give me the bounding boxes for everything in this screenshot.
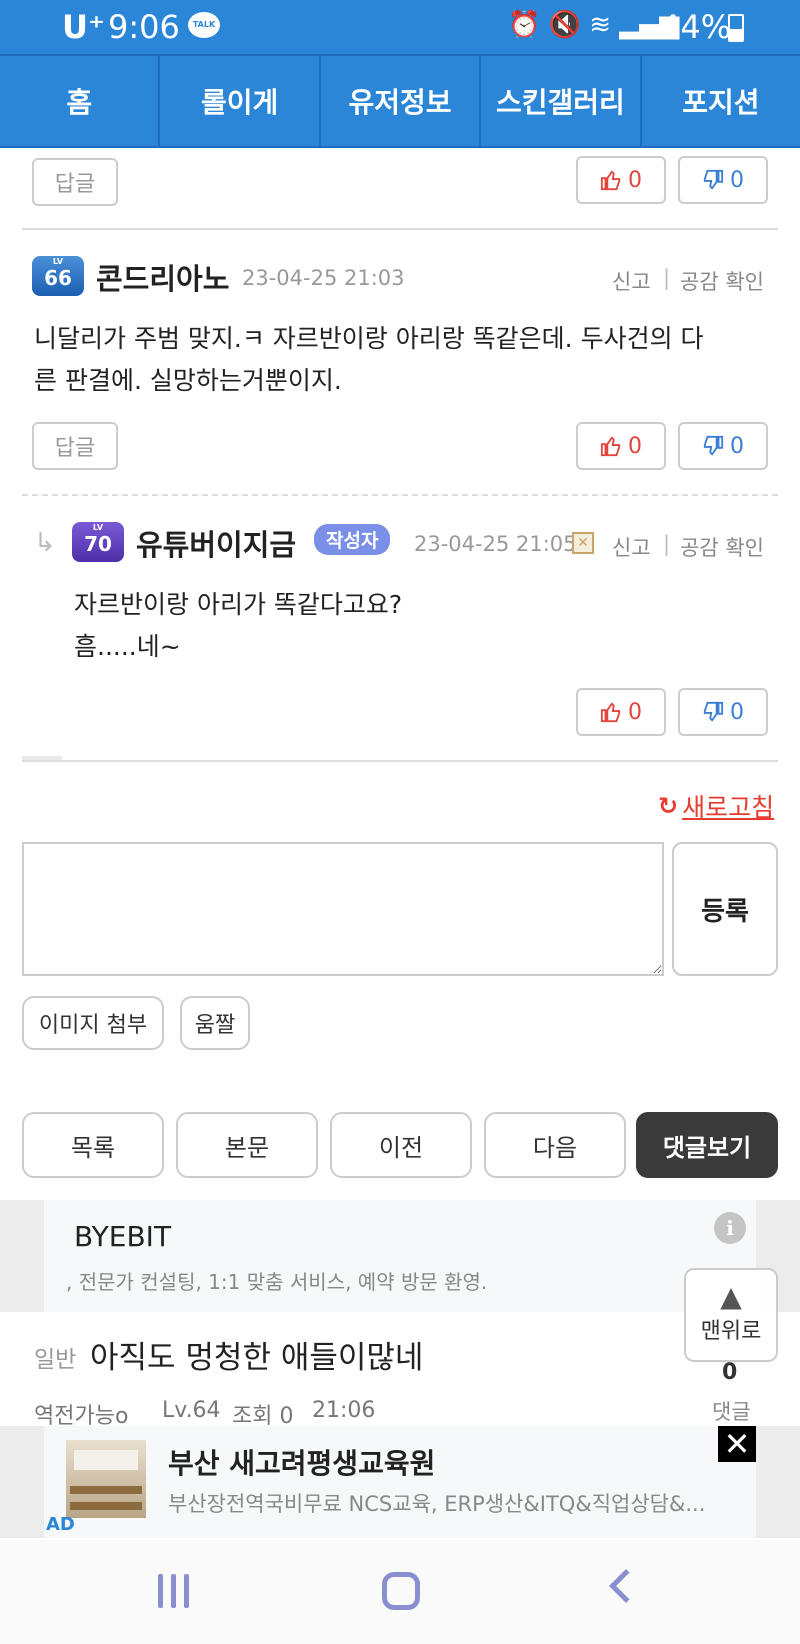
downvote-count: 0 bbox=[730, 699, 744, 725]
tab-position[interactable]: 포지션 bbox=[642, 56, 800, 146]
tab-lol-board[interactable]: 롤이게 bbox=[160, 56, 321, 146]
separator: | bbox=[663, 532, 671, 556]
post-category: 일반 bbox=[34, 1347, 77, 1373]
comment-count-label: 댓글 bbox=[712, 1400, 751, 1424]
post-title[interactable]: 아직도 멍청한 애들이많네 bbox=[90, 1332, 423, 1377]
thumbs-up-icon bbox=[600, 702, 621, 723]
reply-button[interactable]: 답글 bbox=[32, 158, 118, 206]
system-nav-bar bbox=[0, 1540, 800, 1644]
reply-arrow-icon: ↳ bbox=[34, 528, 56, 558]
upvote-button[interactable]: 0 bbox=[576, 688, 666, 736]
comment-nickname[interactable]: 유튜버이지금 bbox=[136, 522, 296, 564]
refresh-link[interactable]: ↻ 새로고침 bbox=[658, 788, 774, 824]
status-icons: ⏰ 🔇 ≋ ▂▄▆ bbox=[508, 10, 680, 40]
thumbs-down-icon bbox=[703, 701, 724, 722]
author-tag: 작성자 bbox=[314, 524, 391, 555]
upvote-count: 0 bbox=[628, 167, 642, 193]
divider bbox=[22, 228, 778, 230]
clock: 9:06 bbox=[108, 8, 180, 46]
battery-icon bbox=[728, 14, 744, 42]
comment-datetime: 23-04-25 21:05 bbox=[414, 532, 577, 556]
upvote-button[interactable]: 0 bbox=[576, 156, 666, 204]
thumbs-down-icon bbox=[703, 169, 724, 190]
reply-button[interactable]: 답글 bbox=[32, 422, 118, 470]
comment-count: 0 bbox=[722, 1360, 738, 1385]
back-icon[interactable] bbox=[609, 1569, 643, 1603]
reply-divider bbox=[22, 494, 778, 496]
upvote-count: 0 bbox=[628, 433, 642, 459]
body-button[interactable]: 본문 bbox=[176, 1112, 318, 1178]
info-icon[interactable]: i bbox=[714, 1212, 746, 1244]
ad-thumbnail bbox=[66, 1440, 146, 1518]
status-bar: U⁺ 9:06 TALK ⏰ 🔇 ≋ ▂▄▆ 44% bbox=[0, 0, 800, 54]
submit-button[interactable]: 등록 bbox=[672, 842, 778, 976]
home-icon[interactable] bbox=[382, 1572, 420, 1610]
ad-label: AD bbox=[46, 1514, 75, 1535]
thumbs-down-icon bbox=[703, 435, 724, 456]
downvote-button[interactable]: 0 bbox=[678, 688, 768, 736]
comment-text: 니달리가 주범 맞지.ㅋ 자르반이랑 아리랑 똑같은데. 두사건의 다 른 판결… bbox=[34, 324, 704, 395]
like-check-link[interactable]: 공감 확인 bbox=[680, 532, 764, 562]
refresh-label: 새로고침 bbox=[682, 793, 775, 822]
close-ad-button[interactable]: ✕ bbox=[718, 1425, 756, 1463]
list-button[interactable]: 목록 bbox=[22, 1112, 164, 1178]
tab-skin-gallery[interactable]: 스킨갤러리 bbox=[481, 56, 642, 146]
upvote-count: 0 bbox=[628, 699, 642, 725]
next-button[interactable]: 다음 bbox=[484, 1112, 626, 1178]
ad-title: 부산 새고려평생교육원 bbox=[168, 1447, 436, 1480]
downvote-button[interactable]: 0 bbox=[678, 422, 768, 470]
downvote-count: 0 bbox=[730, 167, 744, 193]
upvote-button[interactable]: 0 bbox=[576, 422, 666, 470]
bottom-ad-banner[interactable]: 부산 새고려평생교육원 부산장전역국비무료 NCS교육, ERP생산&ITQ&직… bbox=[44, 1426, 756, 1538]
comment-datetime: 23-04-25 21:03 bbox=[242, 266, 405, 290]
thumbs-up-icon bbox=[600, 436, 621, 457]
report-link[interactable]: 신고 bbox=[612, 266, 651, 296]
carrier-label: U⁺ bbox=[62, 8, 105, 46]
tab-home[interactable]: 홈 bbox=[0, 56, 161, 146]
top-nav: 홈 롤이게 유저정보 스킨갤러리 포지션 bbox=[0, 54, 800, 148]
refresh-icon: ↻ bbox=[658, 792, 679, 820]
view-comments-button[interactable]: 댓글보기 bbox=[636, 1112, 778, 1178]
delete-icon[interactable]: ✕ bbox=[572, 532, 594, 554]
emoticon-button[interactable]: 움짤 bbox=[180, 996, 250, 1050]
downvote-button[interactable]: 0 bbox=[678, 156, 768, 204]
post-author-level: Lv.64 bbox=[162, 1398, 221, 1423]
battery-percent: 44% bbox=[660, 8, 732, 46]
recent-apps-icon[interactable] bbox=[158, 1574, 189, 1608]
level-badge: LV 66 bbox=[32, 256, 84, 296]
comment-input[interactable] bbox=[22, 842, 664, 976]
ad-title: BYEBIT bbox=[74, 1220, 172, 1253]
separator: | bbox=[663, 266, 671, 290]
ad-description: 부산장전역국비무료 NCS교육, ERP생산&ITQ&직업상담&... bbox=[168, 1492, 706, 1516]
divider bbox=[22, 760, 778, 762]
level-badge: LV 70 bbox=[72, 522, 124, 562]
ad-description: , 전문가 컨설팅, 1:1 맞춤 서비스, 예약 방문 환영. bbox=[66, 1270, 488, 1294]
tab-user-info[interactable]: 유저정보 bbox=[321, 56, 482, 146]
back-to-top-button[interactable]: ▲ 맨위로 bbox=[684, 1268, 778, 1362]
comment-text: 자르반이랑 아리가 똑같다고요? 흠.....네~ bbox=[74, 590, 403, 661]
post-time: 21:06 bbox=[312, 1398, 376, 1423]
back-to-top-label: 맨위로 bbox=[700, 1319, 762, 1344]
arrow-up-icon: ▲ bbox=[720, 1280, 742, 1313]
downvote-count: 0 bbox=[730, 433, 744, 459]
scroll-indicator bbox=[22, 756, 62, 760]
ad-banner[interactable]: BYEBIT , 전문가 컨설팅, 1:1 맞춤 서비스, 예약 방문 환영. … bbox=[0, 1200, 800, 1312]
report-link[interactable]: 신고 bbox=[612, 532, 651, 562]
comment-nickname[interactable]: 콘드리아노 bbox=[96, 256, 229, 298]
like-check-link[interactable]: 공감 확인 bbox=[680, 266, 764, 296]
kakaotalk-notification-icon: TALK bbox=[188, 12, 220, 38]
thumbs-up-icon bbox=[600, 170, 621, 191]
prev-button[interactable]: 이전 bbox=[330, 1112, 472, 1178]
attach-image-button[interactable]: 이미지 첨부 bbox=[22, 996, 164, 1050]
